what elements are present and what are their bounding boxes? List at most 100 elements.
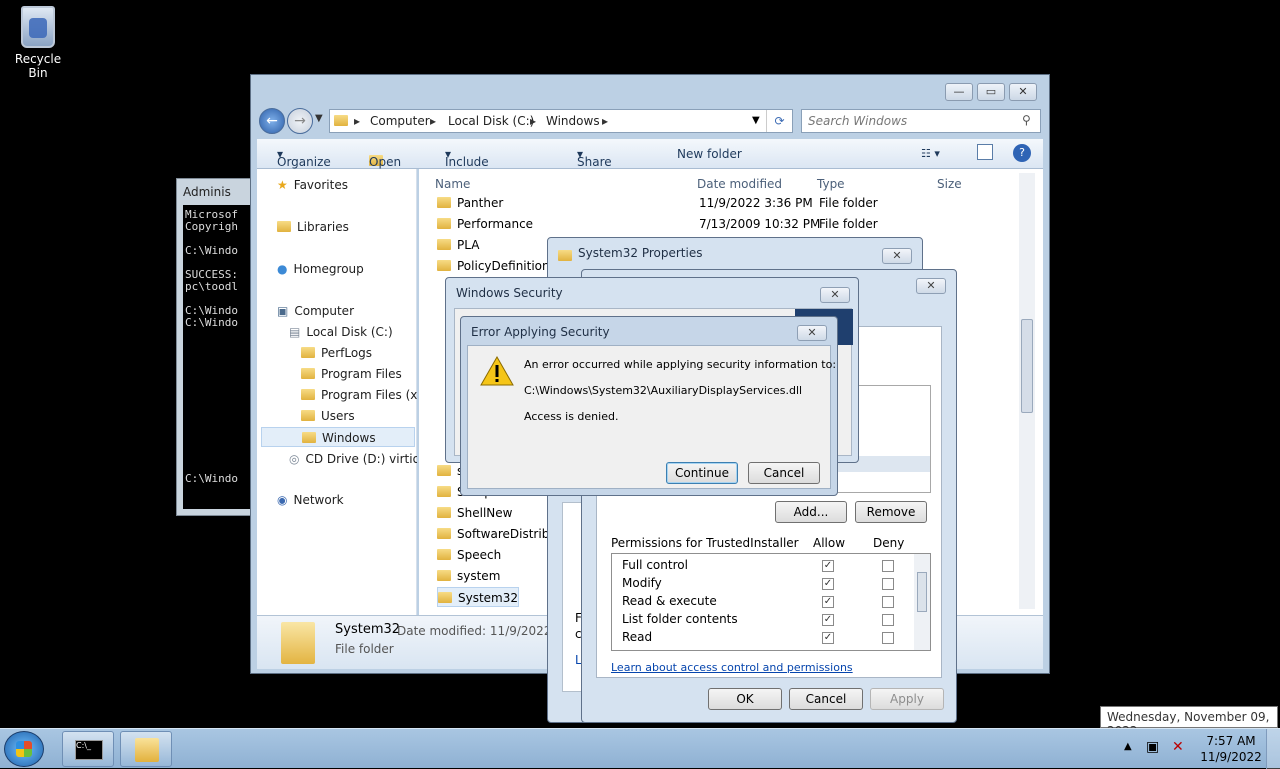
nav-perflogs[interactable]: PerfLogs <box>301 343 372 363</box>
clock[interactable]: 7:57 AM 11/9/2022 <box>1196 733 1266 765</box>
breadcrumb-windows[interactable]: Windows <box>546 114 600 128</box>
file-row[interactable]: Panther 11/9/2022 3:36 PM File folder <box>437 193 878 213</box>
error-dialog[interactable]: Error Applying Security ✕ An error occur… <box>460 316 838 496</box>
file-row[interactable]: Speech <box>437 545 501 565</box>
deny-checkbox[interactable] <box>882 596 894 608</box>
allow-checkbox[interactable]: ✓ <box>822 596 834 608</box>
preview-pane-icon[interactable] <box>977 144 993 160</box>
close-button[interactable]: ✕ <box>1009 83 1037 101</box>
taskbar-cmd[interactable]: C:\_ <box>62 731 114 767</box>
allow-checkbox[interactable]: ✓ <box>822 632 834 644</box>
cd-drive-icon: ◎ <box>289 452 300 466</box>
allow-checkbox[interactable]: ✓ <box>822 560 834 572</box>
permissions-scrollbar[interactable] <box>914 554 930 650</box>
file-row[interactable]: Performance 7/13/2009 10:32 PM File folder <box>437 214 878 234</box>
cmd-line <box>185 353 251 365</box>
allow-checkbox[interactable]: ✓ <box>822 578 834 590</box>
breadcrumb-local-disk[interactable]: Local Disk (C:) <box>448 114 534 128</box>
recycle-bin[interactable]: Recycle Bin <box>6 6 70 80</box>
show-hidden-icons-icon[interactable]: ▲ <box>1124 741 1132 752</box>
continue-button[interactable]: Continue <box>666 462 738 484</box>
access-control-link[interactable]: Learn about access control and permissio… <box>611 661 853 674</box>
cmd-line <box>185 365 251 377</box>
column-name[interactable]: Name <box>435 177 470 191</box>
column-size[interactable]: Size <box>937 177 962 191</box>
scrollbar[interactable] <box>1019 173 1035 609</box>
deny-header: Deny <box>873 536 905 550</box>
views-icon[interactable]: ☷ ▾ <box>921 147 940 160</box>
show-desktop-button[interactable] <box>1266 729 1280 769</box>
error-close-button[interactable]: ✕ <box>797 325 827 341</box>
file-row[interactable]: SoftwareDistribut <box>437 524 562 544</box>
deny-checkbox[interactable] <box>882 578 894 590</box>
search-input[interactable]: Search Windows ⚲ <box>801 109 1041 133</box>
error-cancel-button[interactable]: Cancel <box>748 462 820 484</box>
include-library-button[interactable]: Include in library ▾ <box>445 147 489 197</box>
file-name: ShellNew <box>457 506 513 520</box>
cancel-button[interactable]: Cancel <box>789 688 863 710</box>
forward-button[interactable]: → <box>287 108 313 134</box>
nav-program-files[interactable]: Program Files <box>301 364 402 384</box>
share-with-button[interactable]: Share with ▾ <box>577 147 612 183</box>
permission-label: Full control <box>622 558 688 572</box>
nav-favorites[interactable]: ★ Favorites <box>277 175 348 195</box>
nav-local-disk[interactable]: ▤ Local Disk (C:) <box>289 322 393 342</box>
explorer-icon <box>135 738 159 762</box>
recent-pages-icon[interactable]: ▼ <box>315 113 323 124</box>
nav-network[interactable]: ◉ Network <box>277 490 344 510</box>
cmd-output: Microsof Copyrigh C:\Windo SUCCESS: pc\too… <box>183 205 253 509</box>
file-name: system <box>457 569 501 583</box>
new-folder-button[interactable]: New folder <box>677 147 742 161</box>
nav-users[interactable]: Users <box>301 406 355 426</box>
nav-computer[interactable]: ▣ Computer <box>277 301 354 321</box>
cmd-window[interactable]: Adminis Microsof Copyrigh C:\Windo SUCCES… <box>176 178 253 516</box>
cmd-line <box>185 413 251 425</box>
address-bar[interactable]: ▸ Computer ▸ Local Disk (C:) ▸ Windows ▸… <box>329 109 793 133</box>
deny-checkbox[interactable] <box>882 632 894 644</box>
windows-security-title: Windows Security <box>456 286 563 300</box>
nav-program-files-x86[interactable]: Program Files (x86 <box>301 385 417 405</box>
file-type: File folder <box>819 217 878 231</box>
security-close-button[interactable]: ✕ <box>820 287 850 303</box>
nav-windows[interactable]: Windows <box>261 427 415 447</box>
file-row[interactable]: System32 <box>437 587 520 607</box>
scrollbar-thumb[interactable] <box>1021 319 1033 413</box>
permission-row: Read & execute ✓ <box>622 594 912 610</box>
deny-checkbox[interactable] <box>882 614 894 626</box>
folder-icon <box>558 250 572 261</box>
refresh-icon[interactable]: ⟳ <box>766 110 792 132</box>
ok-button[interactable]: OK <box>708 688 782 710</box>
taskbar-explorer[interactable] <box>120 731 172 767</box>
breadcrumb-computer[interactable]: Computer <box>370 114 430 128</box>
minimize-button[interactable]: — <box>945 83 973 101</box>
apply-button[interactable]: Apply <box>870 688 944 710</box>
permission-row: Modify ✓ <box>622 576 912 592</box>
cmd-line: Copyrigh <box>185 220 238 233</box>
maximize-button[interactable]: ▭ <box>977 83 1005 101</box>
add-button[interactable]: Add... <box>775 501 847 523</box>
organize-button[interactable]: Organize ▾ <box>277 147 331 169</box>
nav-libraries[interactable]: Libraries <box>277 217 349 237</box>
file-row[interactable]: system <box>437 566 500 586</box>
column-date[interactable]: Date modified <box>697 177 782 191</box>
start-button[interactable] <box>4 731 44 767</box>
file-row[interactable]: ShellNew <box>437 503 512 523</box>
back-button[interactable]: ← <box>259 108 285 134</box>
address-dropdown-icon[interactable]: ▼ <box>752 115 760 126</box>
permissions-close-button[interactable]: ✕ <box>916 278 946 294</box>
file-row[interactable]: PolicyDefinitions <box>437 256 556 276</box>
remove-button[interactable]: Remove <box>855 501 927 523</box>
file-row[interactable]: PLA <box>437 235 479 255</box>
help-icon[interactable]: ? <box>1013 144 1031 162</box>
nav-homegroup[interactable]: ● Homegroup <box>277 259 364 279</box>
deny-checkbox[interactable] <box>882 560 894 572</box>
permissions-scrollbar-thumb[interactable] <box>917 572 927 612</box>
nav-cd-drive[interactable]: ◎CD Drive (D:) virtio-v <box>289 449 417 469</box>
cmd-line <box>185 401 251 413</box>
column-type[interactable]: Type <box>817 177 845 191</box>
volume-muted-icon[interactable]: ✕ <box>1172 739 1184 755</box>
file-name: SoftwareDistribut <box>457 527 562 541</box>
network-tray-icon[interactable]: ▣ <box>1146 739 1159 755</box>
properties-close-button[interactable]: ✕ <box>882 248 912 264</box>
allow-checkbox[interactable]: ✓ <box>822 614 834 626</box>
